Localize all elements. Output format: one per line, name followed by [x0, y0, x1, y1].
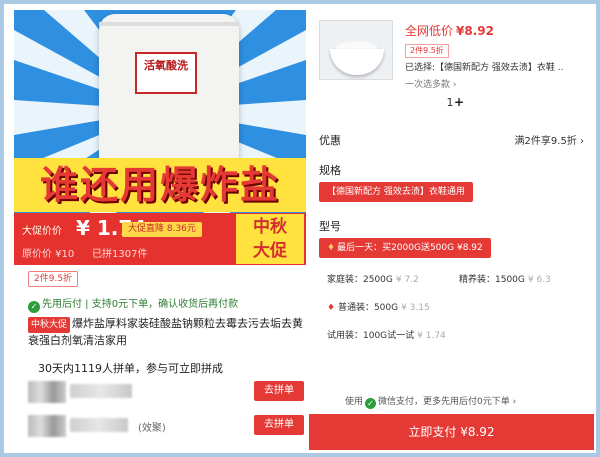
option-price: ¥ 6.3 — [527, 275, 551, 285]
model-option-label: 最后一天：买2000G送500G ¥8.92 — [337, 243, 483, 253]
join-group-button[interactable]: 去拼单 — [254, 381, 304, 401]
blurred-username — [70, 418, 128, 432]
selected-sku: 已选择:【德国新配方 强效去渍】衣鞋 .. — [405, 63, 564, 73]
lowest-price-label: 全网低价 — [405, 24, 454, 38]
option-name: 试用装：100G试一试 — [327, 331, 415, 341]
wechat-pay-icon: ✓ — [365, 398, 377, 409]
option-price: ¥ 7.2 — [395, 275, 419, 285]
promo-price-label: 大促价价 — [22, 226, 62, 237]
pay-note-suffix: ，更多先用后付0元下单 › — [414, 397, 517, 407]
multi-select-link[interactable]: 一次选多款 › — [405, 77, 456, 90]
model-option[interactable]: 精养装：1500G ¥ 6.3 — [459, 272, 551, 285]
sold-count: 已拼1307件 — [92, 249, 148, 260]
payment-method-note[interactable]: 使用 ✓ 微信支付，更多先用后付0元下单 › — [345, 394, 516, 409]
option-name: 精养装：1500G — [459, 275, 525, 285]
festival-title-badge: 中秋大促 — [28, 317, 71, 333]
pay-note-method: 微信支付 — [378, 397, 415, 407]
salt-bag-image: 活氧酸洗 — [99, 14, 239, 164]
group-buy-note: 30天内1119人拼单，参与可立即拼成 — [38, 362, 223, 375]
avatar — [28, 415, 66, 437]
original-price: 原价价 ¥10 — [22, 249, 75, 260]
group-user-suffix: (效聚) — [138, 423, 166, 434]
avatar — [28, 381, 66, 403]
discount-tag: 2件9.5折 — [28, 271, 79, 287]
promo-headline: 谁还用爆炸盐 — [14, 158, 306, 212]
option-name: 普通装：500G — [337, 303, 399, 313]
model-option[interactable]: 试用装：100G试一试 ¥ 1.74 — [327, 328, 446, 341]
spec-option-selected[interactable]: 【德国新配方 强效去渍】衣鞋通用 — [319, 182, 473, 202]
model-option-selected[interactable]: ♦ 最后一天：买2000G送500G ¥8.92 — [319, 238, 491, 258]
offer-value[interactable]: 满2件享9.5折 › — [515, 132, 584, 147]
price-drop-tag: 大促直降 8.36元 — [122, 222, 202, 237]
bag-label: 活氧酸洗 — [135, 52, 197, 94]
join-group-button[interactable]: 去拼单 — [254, 415, 304, 435]
group-buy-row: 去拼单 — [28, 381, 312, 403]
plus-icon[interactable]: + — [451, 94, 467, 110]
pay-now-button[interactable]: 立即支付 ¥8.92 — [309, 414, 594, 450]
price-band: 大促价价 ¥ 1.74 大促直降 8.36元 原价价 ¥10 已拼1307件 中… — [14, 213, 306, 265]
fire-icon: ♦ — [327, 303, 338, 313]
model-option[interactable]: ♦ 普通装：500G ¥ 3.15 — [327, 300, 430, 313]
option-price: ¥ 1.74 — [417, 331, 446, 341]
model-section-title: 型号 — [319, 220, 341, 233]
sku-thumbnail[interactable] — [319, 20, 393, 80]
sku-selector-panel: 全网低价 ¥8.92 2件9.5折 已选择:【德国新配方 强效去渍】衣鞋 .. 一… — [309, 10, 594, 450]
fire-icon: ♦ — [327, 243, 336, 253]
model-option[interactable]: 家庭装：2500G ¥ 7.2 — [327, 272, 419, 285]
lowest-price: 全网低价 ¥8.92 — [405, 22, 494, 39]
bag-seal — [99, 22, 239, 26]
blurred-username — [70, 384, 132, 398]
pay-note-prefix: 使用 — [345, 397, 364, 407]
option-price: ¥ 3.15 — [401, 303, 430, 313]
product-title: 中秋大促 爆炸盐厚料家装硅酸盐钠颗粒去霉去污去垢去黄衰强白剂氧清洁家用 — [28, 316, 312, 349]
spec-section-title: 规格 — [319, 164, 341, 177]
option-name: 家庭装：2500G — [327, 275, 393, 285]
group-buy-row: (效聚) 去拼单 — [28, 415, 312, 437]
product-page-panel: 活氧酸洗 谁还用爆炸盐 大促价价 ¥ 1.74 大促直降 8.36元 原价价 ¥… — [14, 10, 306, 450]
bowl-image — [330, 49, 384, 75]
check-icon: ✓ — [28, 301, 40, 313]
lowest-price-value: ¥8.92 — [456, 24, 494, 38]
screenshot-frame: 活氧酸洗 谁还用爆炸盐 大促价价 ¥ 1.74 大促直降 8.36元 原价价 ¥… — [0, 0, 600, 457]
festival-badge: 中秋 大促 — [236, 214, 304, 264]
offer-section-title: 优惠 — [319, 134, 341, 147]
pay-later-assurance[interactable]: ✓ 先用后付 | 支持0元下单，确认收货后再付款 — [28, 295, 238, 313]
assurance-text: 先用后付 | 支持0元下单，确认收货后再付款 — [42, 299, 239, 310]
discount-tag-small: 2件9.5折 — [405, 44, 449, 58]
product-hero-image[interactable]: 活氧酸洗 谁还用爆炸盐 大促价价 ¥ 1.74 大促直降 8.36元 原价价 ¥… — [14, 10, 306, 265]
